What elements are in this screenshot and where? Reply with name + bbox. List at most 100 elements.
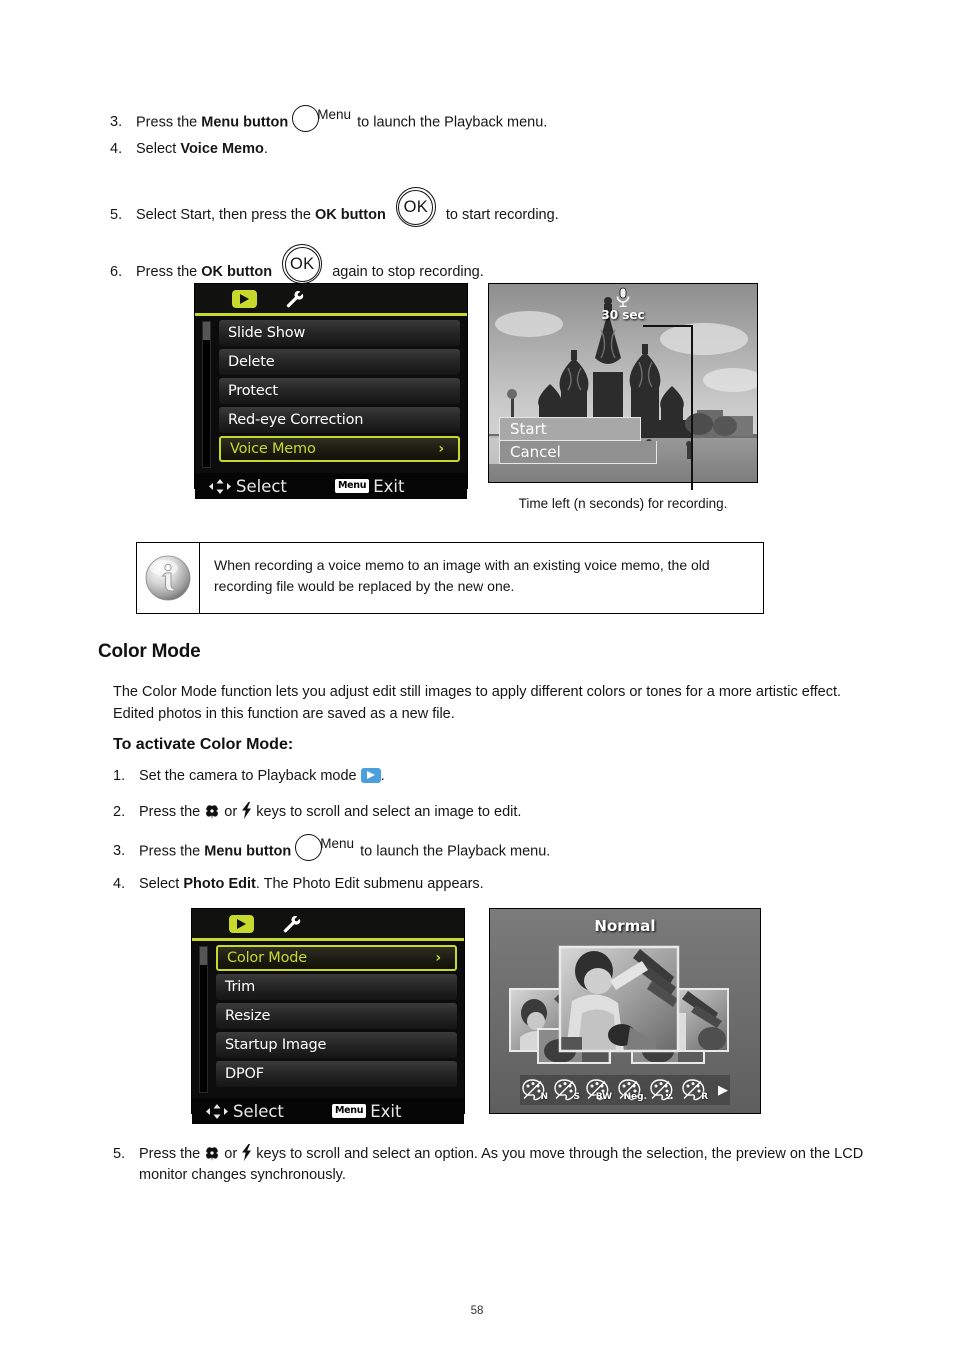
dpad-icon	[209, 478, 231, 494]
color-mode-strip: N S BW Neg. R ▶	[520, 1075, 730, 1105]
step-text-pre: Press the	[136, 114, 202, 131]
cancel-option[interactable]: Cancel	[499, 441, 657, 464]
step-text-post: keys to scroll and select an image to ed…	[252, 804, 522, 820]
playback-tab-icon[interactable]	[229, 915, 254, 933]
menu-button-icon	[295, 834, 323, 861]
cm-step-4-photo-edit: 4. Select Photo Edit. The Photo Edit sub…	[113, 874, 763, 895]
sepia-color-mode-icon[interactable]: S	[554, 1079, 580, 1102]
step-number: 5.	[110, 206, 123, 223]
step-number: 1.	[113, 768, 126, 784]
step-text-post: again to stop recording.	[328, 263, 484, 280]
menu-item-color-mode[interactable]: Color Mode ›	[216, 945, 457, 971]
step-text-pre: Set the camera to Playback mode	[139, 768, 361, 784]
menu-item-label: Protect	[228, 383, 278, 399]
menu-button-label: Menu	[317, 106, 352, 122]
photo-edit-menu-list: Color Mode › Trim Resize Startup Image D…	[216, 945, 457, 1087]
scrollbar-thumb[interactable]	[203, 322, 210, 340]
menu-item-arrow: ›	[438, 441, 444, 457]
step-text-post: to launch the Playback menu.	[353, 114, 548, 131]
cm-step-2-scroll-image: 2. Press the or keys to scroll and selec…	[113, 801, 763, 823]
scrollbar-thumb[interactable]	[200, 947, 207, 965]
step-text-bold: OK button	[201, 263, 273, 280]
ok-button-icon: OK	[282, 244, 323, 284]
cancel-option-label: Cancel	[510, 443, 561, 461]
menu-scrollbar[interactable]	[199, 946, 208, 1093]
photo-edit-menu-screen: Color Mode › Trim Resize Startup Image D…	[191, 908, 465, 1124]
setup-tab-icon[interactable]	[283, 289, 304, 309]
red-color-mode-icon[interactable]: R	[682, 1079, 708, 1102]
cm-step-1-playback-mode: 1. Set the camera to Playback mode .	[113, 766, 763, 787]
playback-tab-icon[interactable]	[232, 290, 257, 308]
blackwhite-color-mode-icon[interactable]: BW	[586, 1079, 612, 1102]
voice-memo-preview-screen: 30 sec Start Cancel	[488, 283, 758, 483]
setup-tab-icon[interactable]	[280, 914, 301, 934]
ok-button-label: OK	[284, 246, 320, 282]
menu-item-slide-show[interactable]: Slide Show	[219, 320, 460, 346]
step-number: 5.	[113, 1146, 126, 1162]
note-icon-cell	[137, 543, 200, 613]
flash-key-icon	[241, 1143, 252, 1161]
menu-item-delete[interactable]: Delete	[219, 349, 460, 375]
menu-item-label: Voice Memo	[230, 441, 316, 457]
info-icon	[145, 555, 191, 601]
menu-button-icon	[292, 105, 320, 132]
step-4-select-voice-memo: 4. Select Voice Memo.	[110, 139, 730, 160]
menu-item-red-eye-correction[interactable]: Red-eye Correction	[219, 407, 460, 433]
step-text-pre: Select Start, then press the	[136, 206, 315, 223]
macro-key-icon	[204, 804, 220, 819]
note-box: When recording a voice memo to an image …	[136, 542, 764, 614]
step-text-pre: Select	[139, 876, 184, 892]
footer-exit-group[interactable]: Menu Exit	[335, 477, 404, 496]
menu-body: Slide Show Delete Protect Red-eye Correc…	[195, 316, 467, 473]
menu-item-label: Trim	[225, 979, 256, 995]
step-text-mid: or	[220, 1146, 242, 1162]
menu-tab-bar	[195, 284, 467, 316]
step-text: Select Photo Edit. The Photo Edit submen…	[139, 874, 763, 895]
menu-item-resize[interactable]: Resize	[216, 1003, 457, 1029]
wrench-icon	[283, 916, 301, 933]
start-option-label: Start	[510, 420, 547, 438]
page-number: 58	[470, 1305, 484, 1317]
menu-footer: Select Menu Exit	[192, 1098, 464, 1124]
callout-vertical-line	[691, 325, 693, 490]
step-text: Press the Menu button Menu to launch the…	[139, 834, 763, 865]
normal-color-mode-icon[interactable]: N	[522, 1079, 548, 1102]
step-text-bold: OK button	[314, 206, 386, 223]
step-text-pre: Select	[136, 141, 181, 157]
step-text-bold: Menu button	[201, 114, 289, 131]
step-text-post: .	[380, 768, 385, 784]
footer-select-label: Select	[233, 1101, 284, 1121]
step-3-voice-memo: 3. Press the Menu button Menu to launch …	[110, 105, 730, 136]
color-mode-label: Neg.	[623, 1092, 648, 1102]
menu-item-dpof[interactable]: DPOF	[216, 1061, 457, 1087]
step-text-mid: or	[220, 804, 242, 820]
menu-badge-icon: Menu	[332, 1104, 367, 1118]
menu-item-startup-image[interactable]: Startup Image	[216, 1032, 457, 1058]
step-text: Select Voice Memo.	[136, 139, 730, 160]
mosaic-color-mode-icon[interactable]	[650, 1079, 676, 1101]
callout-horizontal-line	[643, 325, 693, 327]
step-text: Press the or keys to scroll and select a…	[139, 801, 763, 823]
footer-exit-group[interactable]: Menu Exit	[332, 1102, 401, 1121]
footer-exit-label: Exit	[373, 476, 405, 496]
menu-scrollbar[interactable]	[202, 321, 211, 468]
menu-item-protect[interactable]: Protect	[219, 378, 460, 404]
step-5-start-recording: 5. Select Start, then press the OK butto…	[110, 187, 730, 235]
start-option[interactable]: Start	[499, 417, 641, 441]
footer-select-label: Select	[236, 476, 287, 496]
menu-item-label: Slide Show	[228, 325, 306, 341]
menu-item-label: Startup Image	[225, 1037, 327, 1053]
step-text-pre: Press the	[139, 804, 205, 820]
menu-item-trim[interactable]: Trim	[216, 974, 457, 1000]
next-page-arrow-icon[interactable]: ▶	[718, 1082, 728, 1098]
step-text-post: . The Photo Edit submenu appears.	[255, 876, 484, 892]
step-text: Set the camera to Playback mode .	[139, 766, 763, 787]
menu-footer: Select Menu Exit	[195, 473, 467, 499]
negative-color-mode-icon[interactable]: Neg.	[618, 1079, 647, 1102]
color-mode-label: R	[701, 1092, 708, 1102]
manual-page: 3. Press the Menu button Menu to launch …	[0, 0, 954, 1350]
recording-options: Start Cancel	[499, 417, 657, 464]
step-text-bold: Voice Memo	[180, 141, 264, 157]
preview-caption: Time left (n seconds) for recording.	[518, 496, 728, 511]
menu-item-voice-memo[interactable]: Voice Memo ›	[219, 436, 460, 462]
